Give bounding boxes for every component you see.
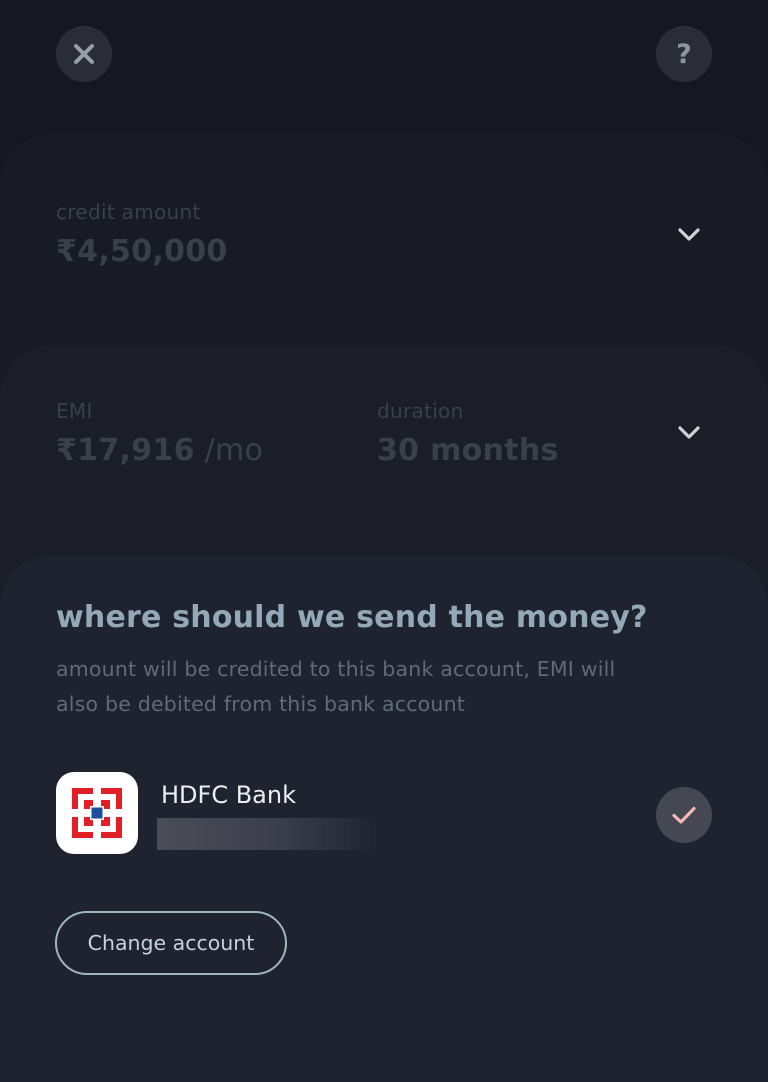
help-button[interactable]: ? <box>656 26 712 82</box>
help-icon: ? <box>676 38 692 70</box>
bank-section-title: where should we send the money? <box>56 600 648 635</box>
emi-expand-button[interactable] <box>674 418 704 448</box>
bank-account-row[interactable]: HDFC Bank <box>56 772 712 856</box>
chevron-down-icon <box>678 426 700 439</box>
emi-unit: /mo <box>194 433 264 468</box>
close-button[interactable] <box>56 26 112 82</box>
credit-amount-label: credit amount <box>56 200 201 224</box>
change-account-button[interactable]: Change account <box>55 911 287 975</box>
duration-label: duration <box>377 399 464 423</box>
emi-label: EMI <box>56 399 93 423</box>
duration-value: 30 months <box>377 433 559 468</box>
masked-account-number <box>157 818 377 850</box>
credit-expand-button[interactable] <box>674 220 704 250</box>
bank-name: HDFC Bank <box>161 781 296 809</box>
close-icon <box>74 44 94 64</box>
credit-amount-value: ₹4,50,000 <box>56 234 228 269</box>
emi-value: ₹17,916 /mo <box>56 433 263 468</box>
checkmark-icon <box>672 806 696 824</box>
selected-indicator <box>656 787 712 843</box>
hdfc-logo-icon <box>72 788 122 838</box>
bank-section-subtitle: amount will be credited to this bank acc… <box>56 657 616 716</box>
bank-logo <box>56 772 138 854</box>
chevron-down-icon <box>678 228 700 241</box>
emi-amount: ₹17,916 <box>56 433 195 468</box>
